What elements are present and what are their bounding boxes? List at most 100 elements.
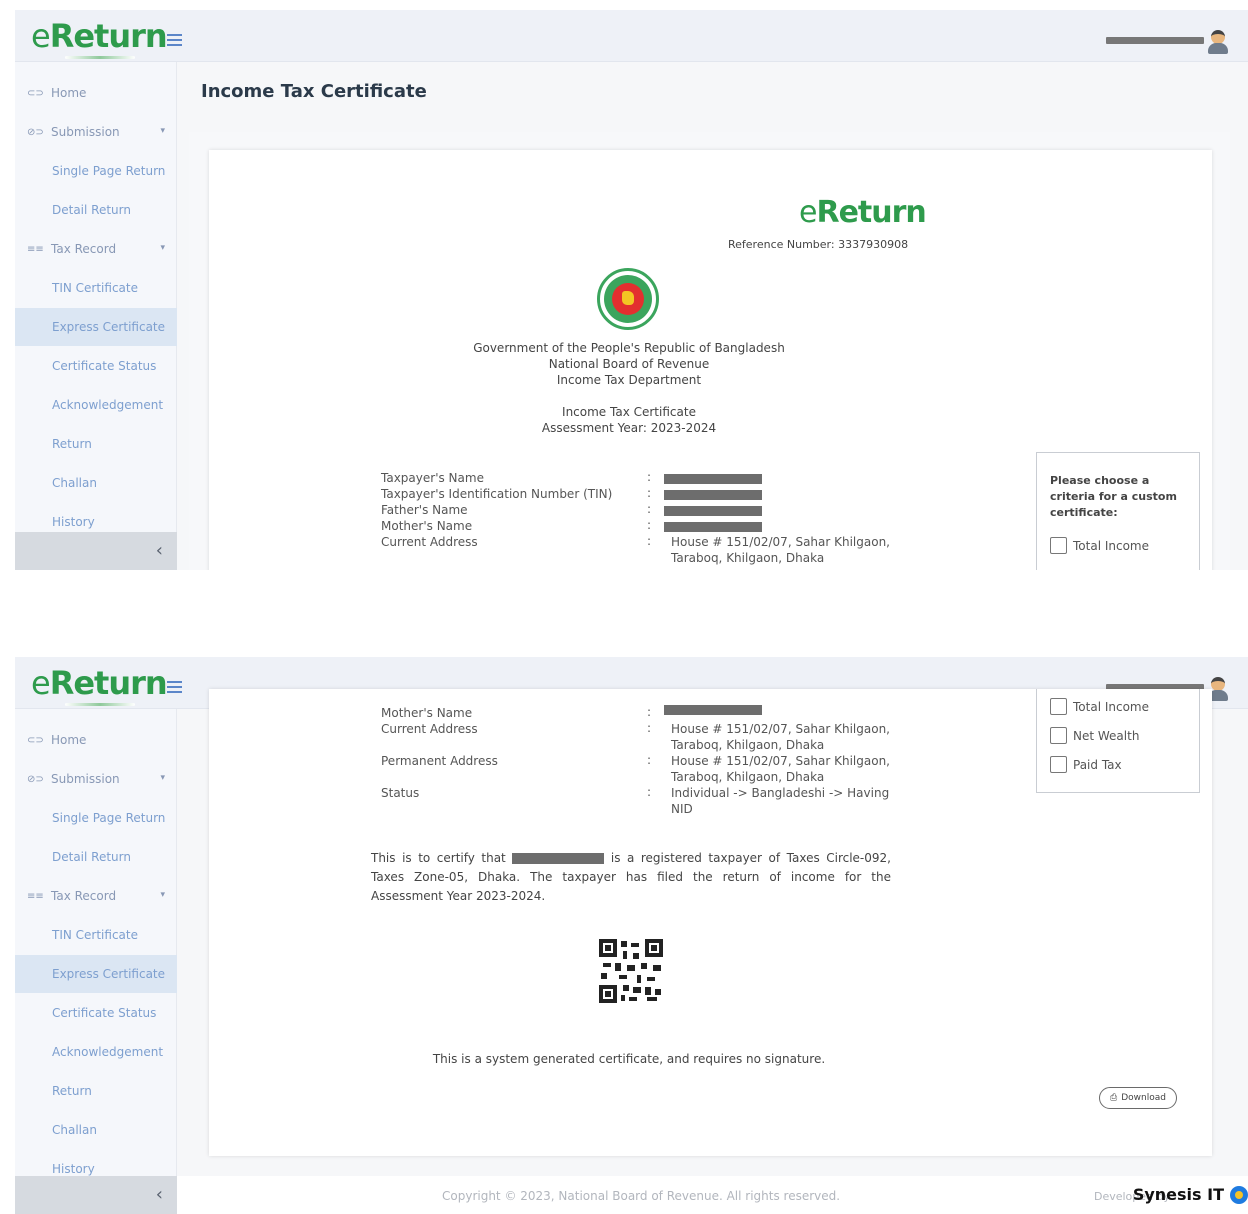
colon: : [647,705,652,719]
criteria-panel: Please choose a criteria for a custom ce… [1036,452,1200,570]
label-permanent-address: Permanent Address [381,754,498,768]
permanent-address-value: House # 151/02/07, Sahar Khilgaon, Tarab… [671,754,890,784]
sidebar-collapse-button[interactable]: ‹ [15,1176,177,1214]
gov-line-3: Income Tax Department [556,373,702,387]
colon: : [647,486,652,500]
copyright-text: Copyright © 2023, National Board of Reve… [442,1189,841,1203]
menu-toggle-icon[interactable] [167,681,182,693]
label-status: Status [381,786,420,800]
criteria-title: Please choose a criteria for a custom ce… [1050,474,1177,519]
criteria-option-total-income[interactable]: Total Income [1050,698,1149,715]
qr-code [599,939,663,1003]
sidebar-item-tax-record[interactable]: ≡≡ Tax Record ▾ [15,877,177,915]
app-logo[interactable]: eReturn [31,665,168,701]
sidebar-item-detail-return[interactable]: Detail Return [15,191,177,229]
colon: : [647,502,652,516]
sidebar-item-detail-return[interactable]: Detail Return [15,838,177,876]
label-taxpayer-name: Taxpayer's Name [381,471,484,485]
government-emblem [597,268,659,330]
checkbox[interactable] [1050,756,1067,773]
sidebar-item-challan[interactable]: Challan [15,1111,177,1149]
chevron-down-icon: ▾ [160,243,165,253]
criteria-panel: Total Income Net Wealth Paid Tax [1036,689,1200,793]
colon: : [647,721,652,735]
checkbox[interactable] [1050,537,1067,554]
sidebar-item-acknowledgement[interactable]: Acknowledgement [15,386,177,424]
sidebar-item-submission[interactable]: ⊘⊃ Submission ▾ [15,113,177,151]
sidebar-item-tin-certificate[interactable]: TIN Certificate [15,916,177,954]
user-name-redacted [1106,37,1204,44]
criteria-option-net-wealth[interactable]: Net Wealth [1050,727,1139,744]
app-logo[interactable]: eReturn [31,18,168,54]
screenshot-bottom: eReturn ⊂⊃ Home ⊘⊃ Submission ▾ Single Page… [15,657,1248,1214]
sidebar-item-home[interactable]: ⊂⊃ Home [15,74,177,112]
chevron-left-icon: ‹ [155,1184,163,1205]
sidebar-item-certificate-status[interactable]: Certificate Status [15,994,177,1032]
sidebar-item-tin-certificate[interactable]: TIN Certificate [15,269,177,307]
redacted-mother-name [664,522,762,532]
label-current-address: Current Address [381,722,478,736]
sidebar-item-home[interactable]: ⊂⊃ Home [15,721,177,759]
redacted-father-name [664,506,762,516]
sidebar-item-submission[interactable]: ⊘⊃ Submission ▾ [15,760,177,798]
checkbox[interactable] [1050,698,1067,715]
submission-icon: ⊘⊃ [27,126,44,138]
sidebar-item-express-certificate[interactable]: Express Certificate [15,955,177,993]
current-address-value: House # 151/02/07, Sahar Khilgaon, Tarab… [671,535,890,565]
sidebar-item-acknowledgement[interactable]: Acknowledgement [15,1033,177,1071]
main-content: Mother's Name Current Address Permanent … [177,689,1248,1214]
reference-number: Reference Number: 3337930908 [728,238,909,251]
logo-underline [65,56,135,59]
colon: : [647,785,652,799]
sidebar-item-express-certificate[interactable]: Express Certificate [15,308,177,346]
developer-brand[interactable]: Synesis IT [1133,1185,1224,1204]
sidebar: ⊂⊃ Home ⊘⊃ Submission ▾ Single Page Return … [15,709,177,1214]
home-icon: ⊂⊃ [27,734,44,746]
certificate-title: Income Tax Certificate [562,405,696,419]
submission-icon: ⊘⊃ [27,773,44,785]
status-value: Individual -> Bangladeshi -> Having NID [671,786,890,816]
sidebar-item-single-page-return[interactable]: Single Page Return [15,799,177,837]
colon: : [647,534,652,548]
footer: Copyright © 2023, National Board of Reve… [177,1176,1248,1214]
page-title: Income Tax Certificate [201,81,427,102]
chevron-down-icon: ▾ [160,773,165,783]
chevron-down-icon: ▾ [160,890,165,900]
topbar: eReturn [15,10,1248,62]
tax-record-icon: ≡≡ [27,890,44,902]
gov-line-1: Government of the People's Republic of B… [473,341,785,355]
download-button[interactable]: ⎙ Download [1099,1087,1177,1109]
criteria-option-total-income[interactable]: Total Income [1050,537,1149,554]
gov-line-2: National Board of Revenue [548,357,710,371]
certification-text: This is to certify that is a registered … [371,851,891,903]
synesis-logo-icon [1230,1186,1248,1204]
sidebar-item-return[interactable]: Return [15,1072,177,1110]
screenshot-top: eReturn ⊂⊃ Home ⊘⊃ Submission ▾ Single Page… [15,10,1248,570]
sidebar-item-single-page-return[interactable]: Single Page Return [15,152,177,190]
sidebar-item-challan[interactable]: Challan [15,464,177,502]
sidebar: ⊂⊃ Home ⊘⊃ Submission ▾ Single Page Return … [15,62,177,570]
content-card: eReturn Reference Number: 3337930908 Gov… [189,132,1230,570]
colon: : [647,470,652,484]
checkbox[interactable] [1050,727,1067,744]
criteria-option-paid-tax[interactable]: Paid Tax [1050,756,1122,773]
menu-toggle-icon[interactable] [167,34,182,46]
print-icon: ⎙ [1110,1093,1118,1103]
current-address-value: House # 151/02/07, Sahar Khilgaon, Tarab… [671,722,890,752]
redacted-taxpayer-name [512,853,605,864]
redacted-mother-name [664,705,762,715]
redacted-tin [664,490,762,500]
sidebar-item-tax-record[interactable]: ≡≡ Tax Record ▾ [15,230,177,268]
logo-underline [65,703,135,706]
avatar[interactable] [1208,30,1228,54]
sidebar-collapse-button[interactable]: ‹ [15,532,177,570]
sidebar-item-certificate-status[interactable]: Certificate Status [15,347,177,385]
label-current-address: Current Address [381,535,478,549]
label-father-name: Father's Name [381,503,468,517]
label-mother-name: Mother's Name [381,519,473,533]
certificate-panel: eReturn Reference Number: 3337930908 Gov… [209,150,1212,570]
colon: : [647,518,652,532]
system-note: This is a system generated certificate, … [432,1052,826,1066]
sidebar-item-return[interactable]: Return [15,425,177,463]
label-tin: Taxpayer's Identification Number (TIN) [381,487,613,501]
